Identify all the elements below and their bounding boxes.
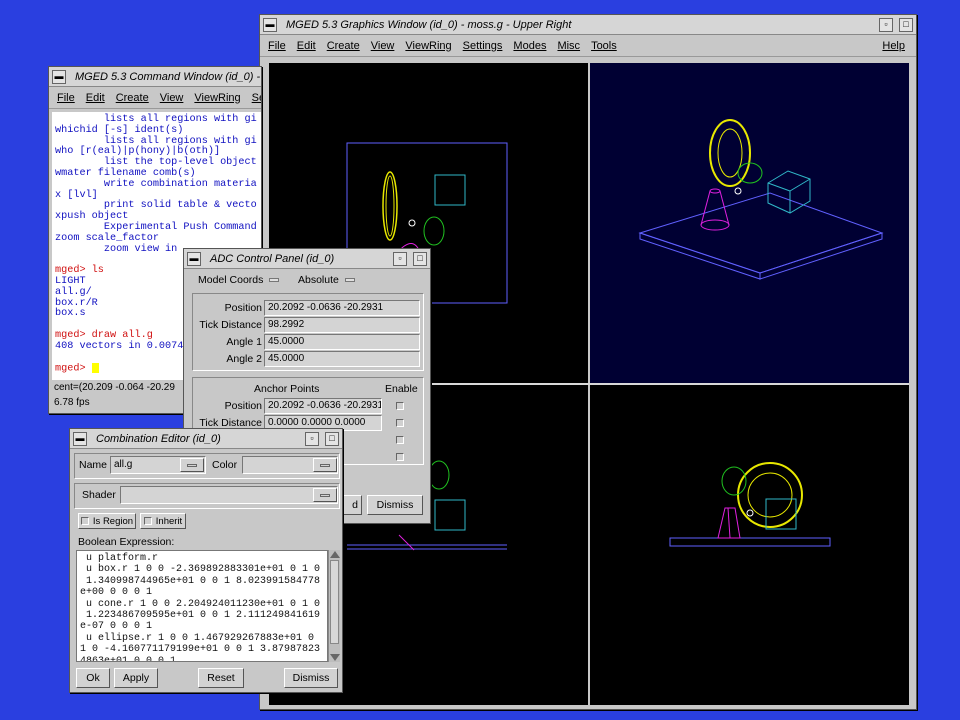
dismiss-button[interactable]: Dismiss: [284, 668, 338, 688]
boolean-expression-text[interactable]: u platform.r u box.r 1 0 0 -2.3698928833…: [76, 550, 328, 662]
is-region-label: Is Region: [92, 515, 134, 527]
console-line: write combination materia: [55, 178, 257, 190]
adc-dismiss-button[interactable]: Dismiss: [367, 495, 423, 515]
window-menu-icon[interactable]: ▬: [263, 17, 277, 32]
menu-create[interactable]: Create: [116, 92, 149, 104]
menu-settings[interactable]: Settings: [463, 40, 503, 52]
dropdown-icon: [320, 493, 330, 497]
option-menu-icon: [269, 278, 280, 283]
menu-edit[interactable]: Edit: [86, 92, 105, 104]
command-window-title: MGED 5.3 Command Window (id_0) - /: [75, 70, 261, 83]
menu-view[interactable]: View: [160, 92, 184, 104]
comb-title: Combination Editor (id_0): [96, 432, 221, 445]
window-menu-icon[interactable]: ▬: [73, 431, 87, 446]
tick-distance-label: Tick Distance: [199, 319, 262, 331]
anchor-position-label: Position: [224, 400, 262, 412]
adc-title: ADC Control Panel (id_0): [210, 252, 335, 265]
angle2-label: Angle 2: [226, 353, 262, 365]
view-upper-right[interactable]: [590, 63, 909, 383]
color-select-button[interactable]: [313, 458, 337, 472]
command-menubar: File Edit Create View ViewRing Se: [49, 87, 261, 109]
anchor-angle2-enable[interactable]: [396, 453, 404, 461]
menu-help[interactable]: Help: [882, 40, 905, 52]
menu-viewring[interactable]: ViewRing: [194, 92, 240, 104]
menu-edit[interactable]: Edit: [297, 40, 316, 52]
angle2-field[interactable]: 45.0000: [264, 351, 420, 367]
minimize-icon[interactable]: ▫: [393, 251, 407, 266]
menu-tools[interactable]: Tools: [591, 40, 617, 52]
apply-button[interactable]: Apply: [114, 668, 158, 688]
scroll-up-icon[interactable]: [330, 551, 340, 558]
anchor-position-field[interactable]: 20.2092 -0.0636 -20.2931: [264, 398, 382, 414]
position-field[interactable]: 20.2092 -0.0636 -20.2931: [264, 300, 420, 316]
is-region-toggle[interactable]: Is Region: [78, 513, 136, 529]
lower-right-wireframe: [669, 462, 831, 547]
shader-label: Shader: [82, 489, 116, 501]
boolean-scrollbar[interactable]: [328, 550, 340, 662]
maximize-icon[interactable]: □: [899, 17, 913, 32]
enable-label: Enable: [385, 383, 418, 395]
anchor-position-enable[interactable]: [396, 402, 404, 410]
menu-view[interactable]: View: [371, 40, 395, 52]
name-label: Name: [79, 459, 108, 471]
graphics-menubar: File Edit Create View ViewRing Settings …: [260, 35, 916, 57]
command-titlebar[interactable]: ▬ MGED 5.3 Command Window (id_0) - /: [49, 67, 261, 87]
menu-modes[interactable]: Modes: [513, 40, 546, 52]
angle1-field[interactable]: 45.0000: [264, 334, 420, 350]
combination-editor: ▬ Combination Editor (id_0) ▫ □ Name all…: [69, 428, 343, 693]
scroll-down-icon[interactable]: [330, 654, 340, 661]
absolute-label: Absolute: [298, 274, 339, 286]
menu-file[interactable]: File: [57, 92, 75, 104]
minimize-icon[interactable]: ▫: [305, 431, 319, 446]
upper-right-wireframe: [638, 119, 884, 280]
console-line: whichid [-s] ident(s): [55, 124, 184, 136]
checkbox-icon: [80, 517, 89, 525]
checkbox-icon: [143, 517, 152, 525]
console-line: zoom scale_factor: [55, 232, 159, 244]
view-lower-right[interactable]: [590, 385, 909, 705]
position-label: Position: [224, 302, 262, 314]
menu-file[interactable]: File: [268, 40, 286, 52]
graphics-titlebar[interactable]: ▬ MGED 5.3 Graphics Window (id_0) - moss…: [260, 15, 916, 35]
color-label: Color: [212, 459, 238, 471]
shader-select-button[interactable]: [313, 488, 337, 502]
inherit-label: Inherit: [155, 515, 183, 527]
minimize-icon[interactable]: ▫: [879, 17, 893, 32]
menu-create[interactable]: Create: [327, 40, 360, 52]
graphics-window-title: MGED 5.3 Graphics Window (id_0) - moss.g…: [286, 18, 572, 31]
model-coords-label: Model Coords: [198, 274, 264, 286]
shader-field[interactable]: [120, 486, 338, 504]
angle1-label: Angle 1: [226, 336, 262, 348]
menu-settings-partial[interactable]: Se: [252, 92, 261, 104]
absolute-menu[interactable]: Absolute: [298, 274, 355, 286]
tick-distance-field[interactable]: 98.2992: [264, 317, 420, 333]
name-select-button[interactable]: [180, 458, 204, 472]
adc-apply-button[interactable]: d: [342, 495, 362, 515]
comb-titlebar[interactable]: ▬ Combination Editor (id_0) ▫ □: [70, 429, 342, 449]
menu-misc[interactable]: Misc: [557, 40, 580, 52]
anchor-angle1-enable[interactable]: [396, 436, 404, 444]
window-menu-icon[interactable]: ▬: [52, 69, 66, 84]
reset-button[interactable]: Reset: [198, 668, 244, 688]
ok-button[interactable]: Ok: [76, 668, 110, 688]
inherit-toggle[interactable]: Inherit: [140, 513, 186, 529]
boolean-expression-label: Boolean Expression:: [78, 536, 175, 548]
adc-titlebar[interactable]: ▬ ADC Control Panel (id_0) ▫ □: [184, 249, 430, 269]
anchor-points-title: Anchor Points: [254, 383, 320, 395]
dropdown-icon: [187, 463, 197, 467]
scroll-thumb[interactable]: [330, 560, 339, 644]
dropdown-icon: [320, 463, 330, 467]
menu-viewring[interactable]: ViewRing: [405, 40, 451, 52]
maximize-icon[interactable]: □: [325, 431, 339, 446]
window-menu-icon[interactable]: ▬: [187, 251, 201, 266]
maximize-icon[interactable]: □: [413, 251, 427, 266]
option-menu-icon: [344, 278, 355, 283]
model-coords-menu[interactable]: Model Coords: [198, 274, 280, 286]
text-cursor: [91, 363, 99, 374]
anchor-tick-enable[interactable]: [396, 419, 404, 427]
